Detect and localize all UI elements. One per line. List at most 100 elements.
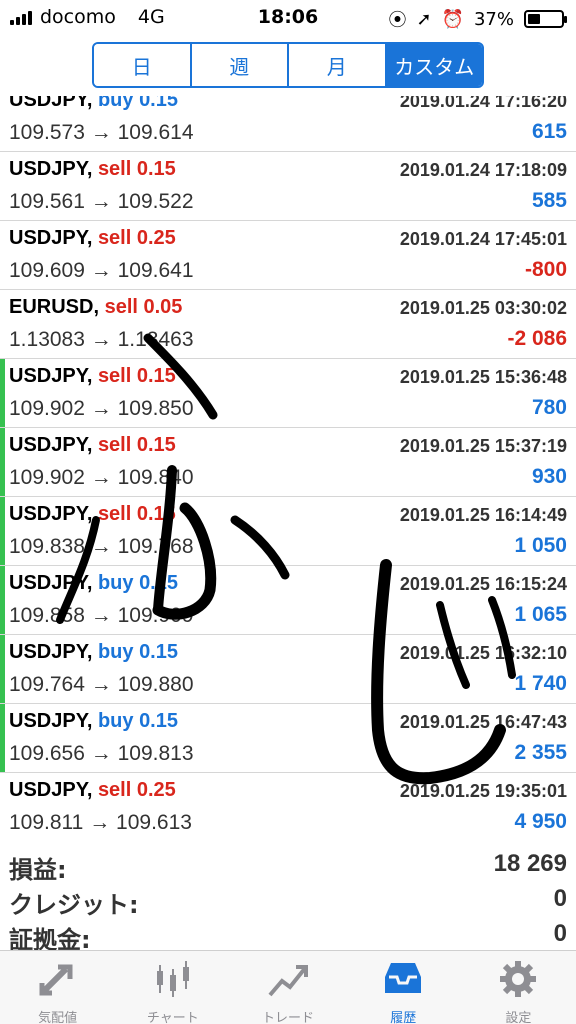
trade-symbol-line: USDJPY, sell 0.15 (9, 503, 176, 526)
status-bar: docomo 4G 18:06 ⦿ ➚ ⏰ 37% (0, 0, 576, 34)
trade-history-list[interactable]: USDJPY, buy 0.15 2019.01.24 17:16:20 109.5… (0, 96, 576, 841)
period-tab-3[interactable]: カスタム (386, 44, 482, 86)
trade-open-price: 109.902 (9, 466, 85, 489)
trade-symbol-line: USDJPY, sell 0.25 (9, 227, 176, 250)
tab-trade[interactable]: トレード (230, 951, 345, 1024)
arrow-icon: → (90, 673, 112, 696)
app-screen: docomo 4G 18:06 ⦿ ➚ ⏰ 37% 日週月カスタム USDJPY… (0, 0, 576, 1024)
trade-open-price: 109.609 (9, 259, 85, 282)
trade-side: buy (97, 96, 134, 111)
trade-symbol: USDJPY, (9, 365, 93, 387)
tab-settings[interactable]: 設定 (461, 951, 576, 1024)
trade-time: 2019.01.24 17:18:09 (399, 160, 567, 180)
trade-time: 2019.01.24 17:45:01 (399, 229, 567, 249)
trade-row[interactable]: USDJPY, buy 0.15 2019.01.25 16:32:10 109.7… (0, 635, 576, 704)
trade-symbol: USDJPY, (9, 434, 93, 456)
quotes-icon (36, 959, 80, 1003)
tab-label: 履歴 (390, 1011, 417, 1024)
summary-row: 損益: 18 269 (0, 846, 576, 884)
trade-symbol: USDJPY, (9, 227, 93, 249)
trade-row[interactable]: USDJPY, sell 0.15 2019.01.25 15:36:48 109.… (0, 359, 576, 428)
trade-volume: 0.25 (136, 779, 176, 801)
trade-close-price: 109.840 (117, 466, 194, 489)
trade-close-price: 109.768 (117, 535, 194, 558)
trade-symbol-line: USDJPY, buy 0.15 (9, 641, 178, 664)
trade-open-price: 109.561 (9, 190, 85, 213)
arrow-icon: → (90, 604, 112, 627)
tab-quotes[interactable]: 気配値 (0, 951, 115, 1024)
summary-label: 損益: (9, 856, 67, 884)
trade-symbol-line: USDJPY, buy 0.15 (9, 572, 178, 595)
chart-icon (151, 959, 195, 1003)
summary-section: 損益: 18 269 クレジット: 0 証拠金: 0 (0, 846, 576, 954)
trade-symbol: USDJPY, (9, 779, 93, 801)
trade-row[interactable]: USDJPY, buy 0.15 2019.01.25 16:15:24 109.8… (0, 566, 576, 635)
trade-side: sell (97, 779, 132, 801)
trade-prices: 109.902 → 109.850 (9, 397, 194, 421)
trade-close-price: 1.13463 (117, 328, 194, 351)
trade-row[interactable]: USDJPY, buy 0.15 2019.01.24 17:16:20 109.5… (0, 96, 576, 152)
trade-row[interactable]: USDJPY, sell 0.15 2019.01.24 17:18:09 109.… (0, 152, 576, 221)
trade-prices: 1.13083 → 1.13463 (9, 328, 194, 352)
trade-prices: 109.656 → 109.813 (9, 742, 194, 766)
trade-side: sell (97, 227, 132, 249)
arrow-icon: → (90, 259, 112, 282)
trade-prices: 109.838 → 109.768 (9, 535, 194, 559)
trade-row[interactable]: USDJPY, buy 0.15 2019.01.25 16:47:43 109.6… (0, 704, 576, 773)
trade-row[interactable]: USDJPY, sell 0.25 2019.01.25 19:35:01 109.… (0, 773, 576, 841)
trade-volume: 0.15 (136, 503, 176, 525)
trade-symbol: USDJPY, (9, 641, 93, 663)
bottom-tab-bar: 気配値 チャート トレード 履歴 設定 (0, 950, 576, 1024)
trade-close-price: 109.880 (117, 673, 194, 696)
tab-chart[interactable]: チャート (115, 951, 230, 1024)
arrow-icon: → (90, 535, 112, 558)
trade-prices: 109.573 → 109.614 (9, 121, 194, 145)
settings-icon (496, 959, 540, 1003)
tab-history[interactable]: 履歴 (346, 951, 461, 1024)
trade-time: 2019.01.25 16:14:49 (399, 505, 567, 525)
trade-profit: 1 740 (514, 672, 567, 695)
trade-profit: -800 (524, 258, 567, 281)
trade-profit: 585 (531, 189, 567, 212)
trade-time: 2019.01.25 16:47:43 (399, 712, 567, 732)
trade-row[interactable]: EURUSD, sell 0.05 2019.01.25 03:30:02 1.13… (0, 290, 576, 359)
trade-time: 2019.01.25 15:36:48 (399, 367, 567, 387)
trade-open-price: 109.764 (9, 673, 85, 696)
trade-symbol-line: USDJPY, sell 0.15 (9, 434, 176, 457)
trade-side: sell (97, 503, 132, 525)
summary-row: クレジット: 0 (0, 881, 576, 919)
battery-percent: 37% (473, 8, 514, 30)
arrow-icon: → (90, 328, 112, 351)
period-tab-2[interactable]: 月 (289, 44, 387, 86)
trade-prices: 109.764 → 109.880 (9, 673, 194, 697)
status-right: ⦿ ➚ ⏰ 37% (388, 6, 567, 32)
trade-symbol: USDJPY, (9, 96, 93, 111)
summary-value: 18 269 (493, 850, 567, 877)
trade-time: 2019.01.24 17:16:20 (399, 96, 567, 111)
alarm-icon: ⏰ (441, 8, 464, 30)
trade-volume: 0.15 (136, 434, 176, 456)
trade-open-price: 109.811 (9, 811, 84, 834)
trade-profit: 615 (531, 120, 567, 143)
trade-symbol-line: USDJPY, buy 0.15 (9, 96, 178, 112)
trade-open-price: 109.656 (9, 742, 85, 765)
trade-time: 2019.01.25 15:37:19 (399, 436, 567, 456)
trade-side: buy (97, 572, 134, 594)
period-tab-0[interactable]: 日 (94, 44, 192, 86)
summary-value: 0 (553, 920, 567, 947)
trade-open-price: 109.573 (9, 121, 85, 144)
trade-row[interactable]: USDJPY, sell 0.15 2019.01.25 16:14:49 109.… (0, 497, 576, 566)
trade-volume: 0.05 (143, 296, 183, 318)
trade-row[interactable]: USDJPY, sell 0.25 2019.01.24 17:45:01 109.… (0, 221, 576, 290)
tab-label: トレード (262, 1011, 315, 1024)
trade-prices: 109.858 → 109.909 (9, 604, 194, 628)
trade-close-price: 109.909 (117, 604, 194, 627)
tab-label: 気配値 (38, 1011, 78, 1024)
summary-row: 証拠金: 0 (0, 916, 576, 954)
period-tab-1[interactable]: 週 (191, 44, 289, 86)
battery-fill (528, 14, 540, 24)
trade-symbol: USDJPY, (9, 572, 93, 594)
tab-label: チャート (146, 1011, 199, 1024)
trade-volume: 0.15 (139, 641, 178, 663)
trade-row[interactable]: USDJPY, sell 0.15 2019.01.25 15:37:19 109.… (0, 428, 576, 497)
